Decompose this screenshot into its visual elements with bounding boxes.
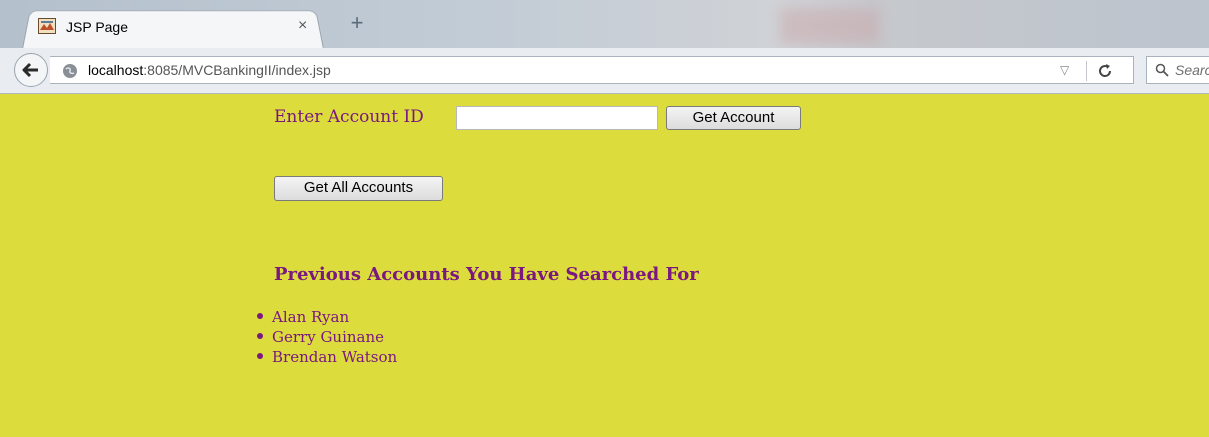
previous-accounts-heading: Previous Accounts You Have Searched For bbox=[274, 264, 699, 285]
search-box[interactable]: Search bbox=[1146, 56, 1209, 84]
tab-jsp-page[interactable]: JSP Page × bbox=[22, 8, 324, 50]
url-text: localhost:8085/MVCBankingII/index.jsp bbox=[88, 62, 331, 78]
account-id-label: Enter Account ID bbox=[274, 107, 424, 127]
tab-close-icon[interactable]: × bbox=[298, 18, 307, 34]
search-icon bbox=[1155, 63, 1169, 77]
bullet-icon bbox=[257, 333, 263, 339]
previous-accounts-list: Alan Ryan Gerry Guinane Brendan Watson bbox=[257, 307, 397, 367]
globe-icon bbox=[63, 64, 77, 78]
bullet-icon bbox=[257, 353, 263, 359]
list-item: Brendan Watson bbox=[257, 347, 397, 367]
back-arrow-icon bbox=[22, 62, 38, 78]
account-id-input[interactable] bbox=[456, 106, 658, 130]
address-bar[interactable]: localhost:8085/MVCBankingII/index.jsp ▽ bbox=[50, 56, 1134, 84]
tab-favicon-icon bbox=[38, 18, 56, 34]
address-bar-divider bbox=[1086, 61, 1087, 81]
navigation-bar: localhost:8085/MVCBankingII/index.jsp ▽ … bbox=[0, 48, 1209, 94]
new-tab-icon[interactable]: + bbox=[346, 12, 368, 34]
tabstrip-decoration bbox=[780, 8, 880, 44]
reload-icon[interactable] bbox=[1094, 60, 1116, 82]
history-dropdown-icon[interactable]: ▽ bbox=[1060, 63, 1069, 77]
list-item: Alan Ryan bbox=[257, 307, 397, 327]
bullet-icon bbox=[257, 313, 263, 319]
page-content: Enter Account ID Get Account Get All Acc… bbox=[0, 94, 1209, 437]
list-item-label: Brendan Watson bbox=[272, 348, 398, 366]
back-button[interactable] bbox=[14, 53, 48, 87]
tab-strip: JSP Page × + bbox=[0, 0, 1209, 50]
list-item: Gerry Guinane bbox=[257, 327, 397, 347]
url-host: localhost bbox=[88, 62, 144, 78]
search-placeholder: Search bbox=[1175, 62, 1209, 78]
get-account-button[interactable]: Get Account bbox=[666, 106, 801, 130]
tab-title: JSP Page bbox=[66, 19, 129, 35]
list-item-label: Alan Ryan bbox=[272, 308, 350, 326]
list-item-label: Gerry Guinane bbox=[272, 328, 385, 346]
get-all-accounts-button[interactable]: Get All Accounts bbox=[274, 176, 443, 201]
url-path: :8085/MVCBankingII/index.jsp bbox=[143, 62, 331, 78]
